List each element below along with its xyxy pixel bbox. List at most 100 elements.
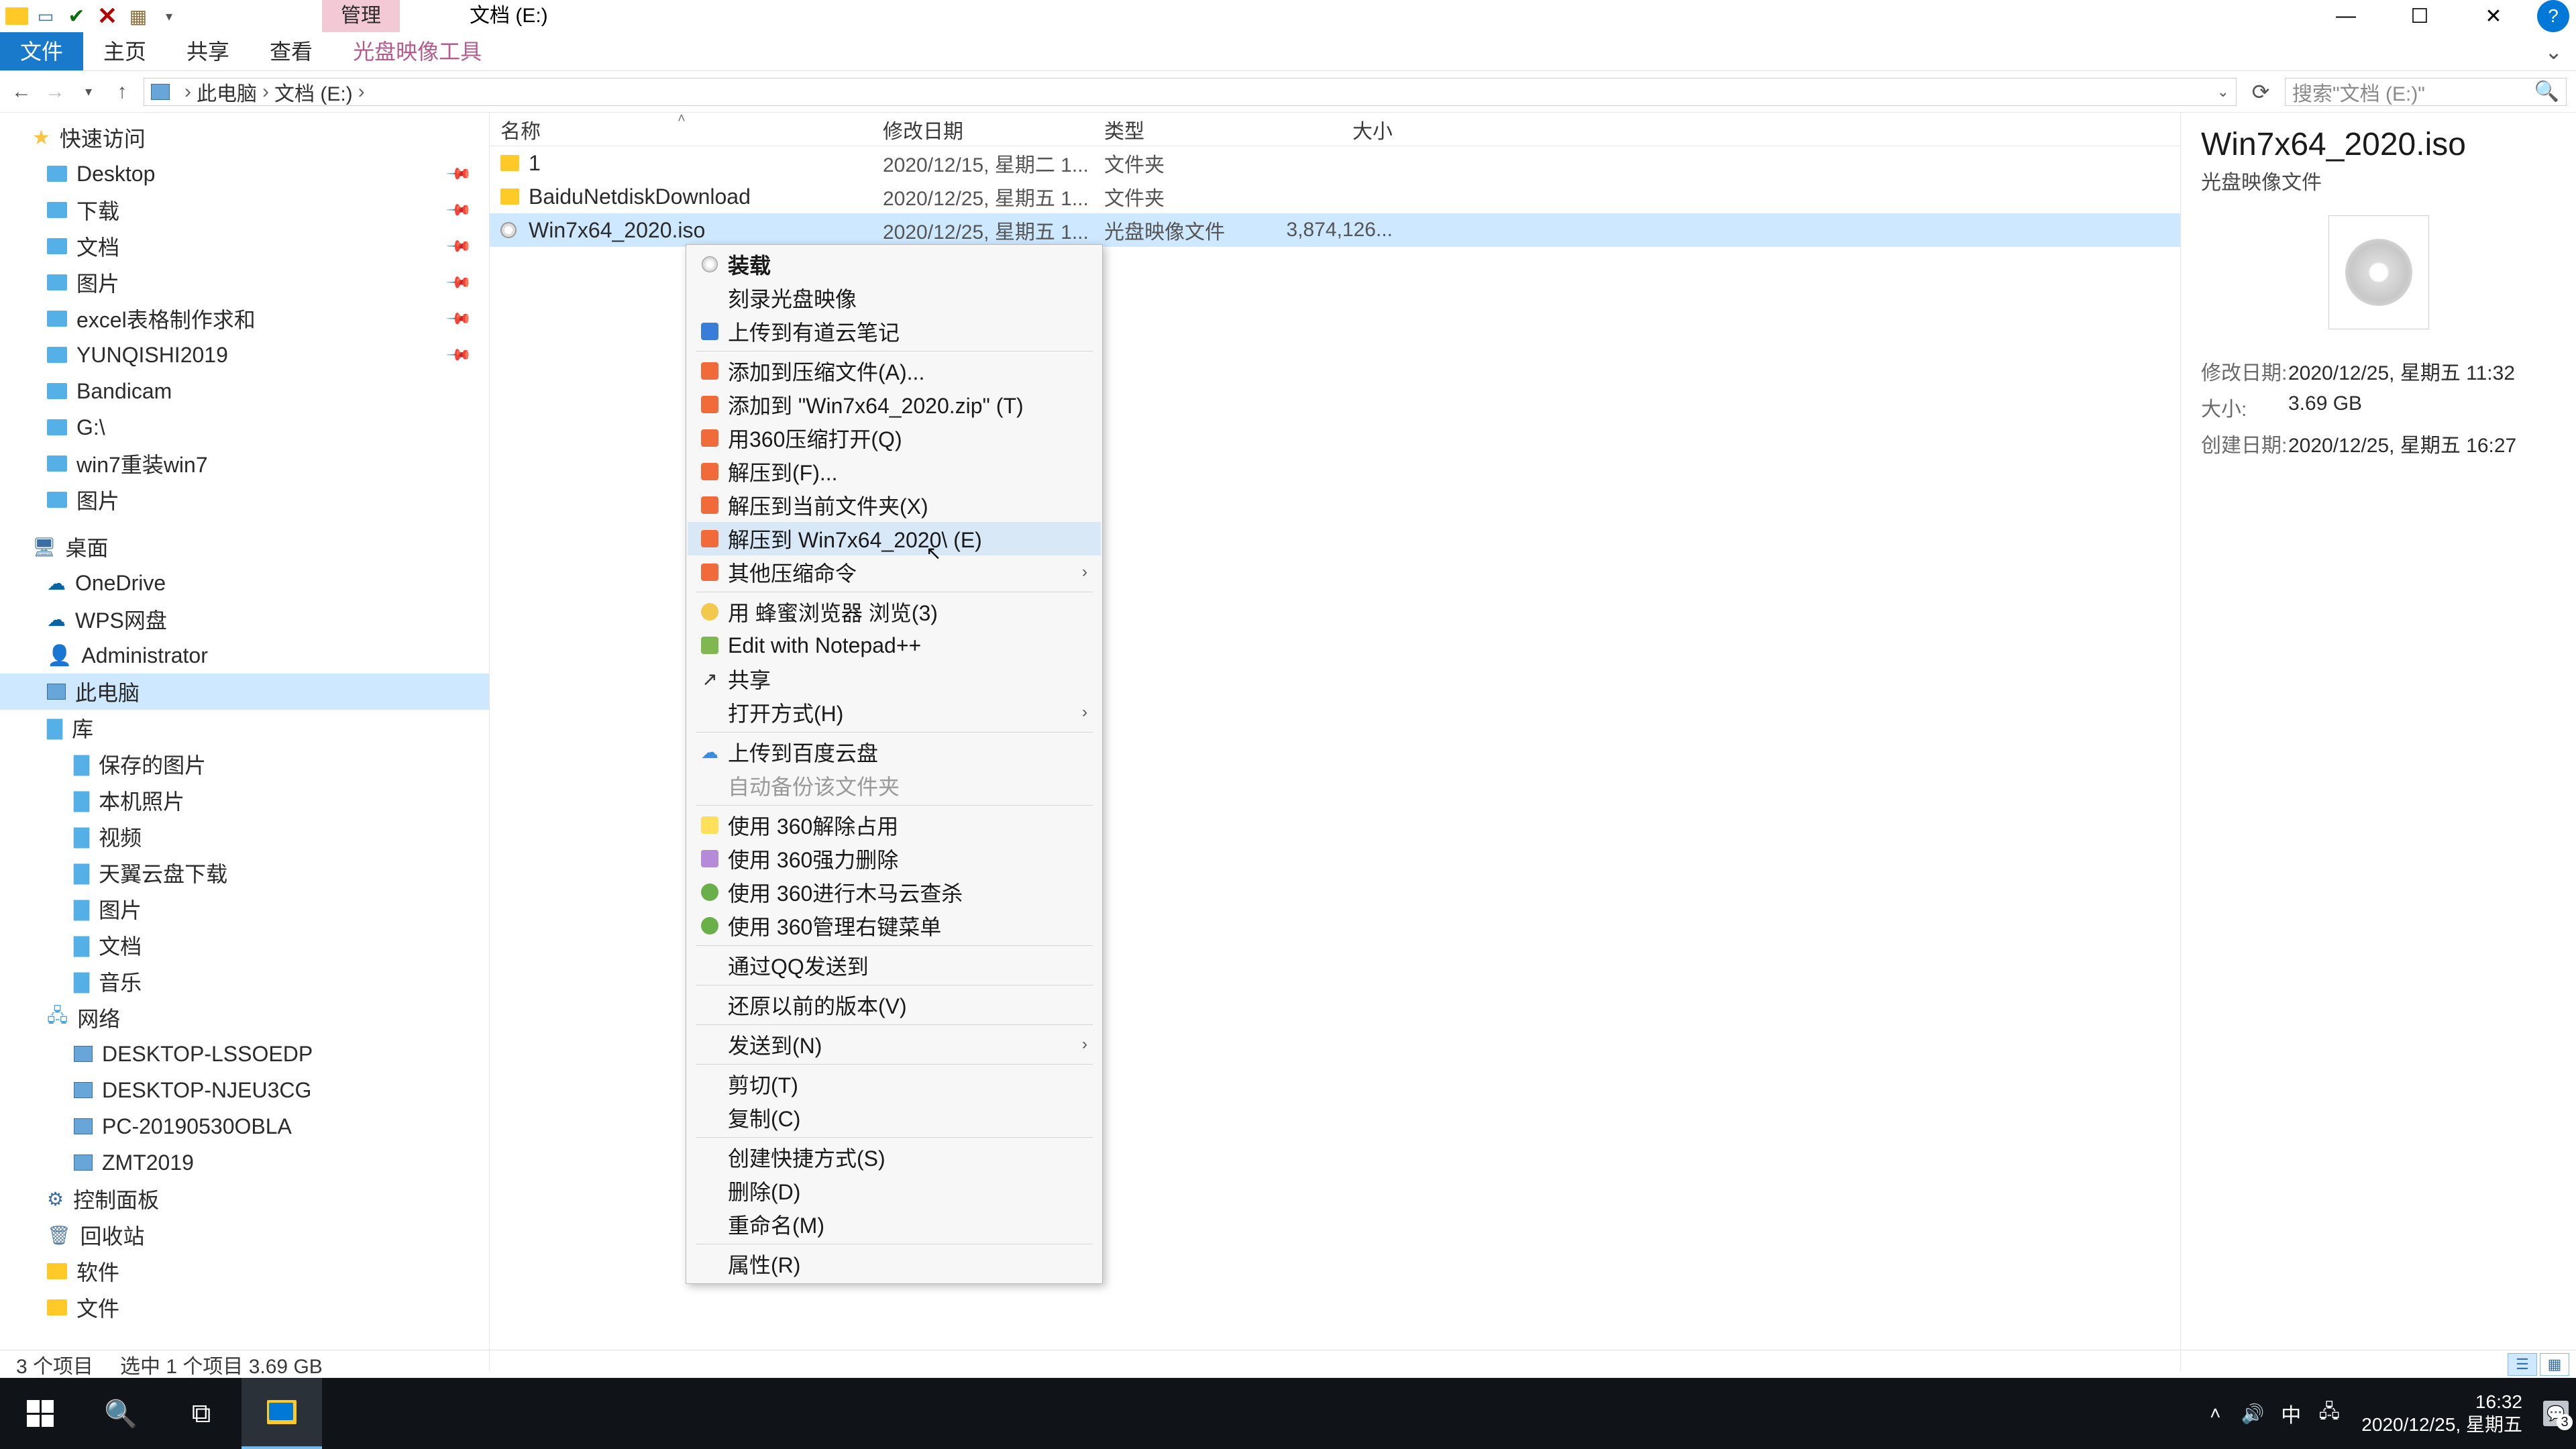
context-menu-item[interactable]: ↗共享 [688,662,1101,696]
context-menu-item[interactable]: 解压到当前文件夹(X) [688,488,1101,522]
start-button[interactable] [0,1378,80,1449]
ribbon-tab-file[interactable]: 文件 [0,32,83,70]
context-menu-item[interactable]: 其他压缩命令› [688,555,1101,589]
ime-indicator[interactable]: 中 [2271,1399,2310,1428]
tree-item[interactable]: ▇天翼云盘下载 [0,855,489,891]
tree-item[interactable]: PC-20190530OBLA [0,1108,489,1144]
context-menu-item[interactable]: 解压到 Win7x64_2020\ (E) [688,522,1101,555]
taskbar-explorer-button[interactable] [241,1378,322,1449]
contextual-tab-label[interactable]: 管理 [322,0,400,32]
ribbon-tab-view[interactable]: 查看 [250,32,333,70]
col-name[interactable]: 名称 [500,115,883,144]
tree-item[interactable]: ▇音乐 [0,963,489,1000]
tree-item[interactable]: Bandicam [0,373,489,409]
context-menu-item[interactable]: 使用 360强力删除 [688,842,1101,875]
tree-onedrive[interactable]: ☁ OneDrive [0,565,489,601]
nav-recent-dropdown[interactable]: ▾ [76,83,101,100]
qat-dropdown-icon[interactable]: ▾ [156,3,182,30]
context-menu-item[interactable]: 创建快捷方式(S) [688,1140,1101,1174]
tree-recycle-bin[interactable]: 🗑 回收站 [0,1217,489,1253]
tree-this-pc[interactable]: 此电脑 [0,674,489,710]
context-menu-item[interactable]: 属性(R) [688,1247,1101,1281]
file-row[interactable]: 12020/12/15, 星期二 1...文件夹 [490,146,2180,180]
context-menu[interactable]: 装载刻录光盘映像上传到有道云笔记添加到压缩文件(A)...添加到 "Win7x6… [686,244,1103,1284]
tree-libraries[interactable]: ▇ 库 [0,710,489,746]
context-menu-item[interactable]: 剪切(T) [688,1067,1101,1101]
context-menu-item[interactable]: 使用 360进行木马云查杀 [688,875,1101,909]
help-icon[interactable]: ? [2537,0,2569,32]
context-menu-item[interactable]: 装载 [688,248,1101,281]
address-dropdown-icon[interactable]: ⌄ [2217,83,2229,101]
nav-up-button[interactable]: ↑ [110,80,134,103]
ribbon-tab-disc-tools[interactable]: 光盘映像工具 [333,32,502,70]
tree-software[interactable]: 软件 [0,1253,489,1289]
context-menu-item[interactable]: 上传到有道云笔记 [688,315,1101,348]
tree-network[interactable]: 🖧 网络 [0,1000,489,1036]
ribbon-tab-home[interactable]: 主页 [83,32,166,70]
col-modified[interactable]: 修改日期 [883,115,1104,144]
tree-item[interactable]: 图片📌 [0,264,489,301]
desktop-root[interactable]: 🖥 桌面 [0,529,489,565]
tree-item[interactable]: 下载📌 [0,192,489,228]
tree-item[interactable]: DESKTOP-LSSOEDP [0,1036,489,1072]
navigation-tree[interactable]: ★ 快速访问 Desktop📌下载📌文档📌图片📌excel表格制作求和📌YUNQ… [0,113,490,1371]
tray-overflow-icon[interactable]: ˄ [2196,1403,2234,1424]
tree-item[interactable]: Desktop📌 [0,156,489,192]
tree-item[interactable]: ▇本机照片 [0,782,489,818]
tree-item[interactable]: G:\ [0,409,489,445]
view-icons-button[interactable]: ▦ [2540,1353,2569,1376]
context-menu-item[interactable]: 还原以前的版本(V) [688,988,1101,1022]
view-details-button[interactable]: ☰ [2508,1353,2537,1376]
context-menu-item[interactable]: 打开方式(H)› [688,696,1101,729]
context-menu-item[interactable]: 添加到 "Win7x64_2020.zip" (T) [688,388,1101,421]
ribbon-tab-share[interactable]: 共享 [166,32,250,70]
context-menu-item[interactable]: 用360压缩打开(Q) [688,421,1101,455]
context-menu-item[interactable]: 添加到压缩文件(A)... [688,354,1101,388]
file-row[interactable]: BaiduNetdiskDownload2020/12/25, 星期五 1...… [490,180,2180,213]
context-menu-item[interactable]: 发送到(N)› [688,1028,1101,1061]
column-headers[interactable]: ˄ 名称 修改日期 类型 大小 [490,113,2180,146]
taskbar-clock[interactable]: 16:32 2020/12/25, 星期五 [2348,1391,2536,1436]
context-menu-item[interactable]: 通过QQ发送到 [688,949,1101,982]
minimize-button[interactable]: — [2309,0,2383,32]
file-row[interactable]: Win7x64_2020.iso2020/12/25, 星期五 1...光盘映像… [490,213,2180,247]
search-input[interactable]: 搜索"文档 (E:)" 🔍 [2285,78,2567,106]
tree-item[interactable]: win7重装win7 [0,445,489,482]
breadcrumb-segment[interactable]: 文档 (E:) [274,77,353,107]
tree-item[interactable]: ZMT2019 [0,1144,489,1181]
context-menu-item[interactable]: 删除(D) [688,1174,1101,1208]
ribbon-expand-icon[interactable]: ⌄ [2531,32,2576,70]
quick-access-root[interactable]: ★ 快速访问 [0,119,489,156]
nav-back-button[interactable]: ← [9,80,34,103]
qat-delete-icon[interactable]: ✕ [94,3,121,30]
context-menu-item[interactable]: Edit with Notepad++ [688,629,1101,662]
qat-newfolder-icon[interactable]: ▦ [125,3,152,30]
context-menu-item[interactable]: ☁上传到百度云盘 [688,735,1101,769]
tree-item[interactable]: ▇图片 [0,891,489,927]
tree-item[interactable]: ▇视频 [0,818,489,855]
address-breadcrumb[interactable]: › 此电脑 › 文档 (E:) › ⌄ [144,78,2237,106]
qat-properties-button[interactable]: ▭ [32,3,59,30]
context-menu-item[interactable]: 使用 360管理右键菜单 [688,909,1101,943]
network-icon[interactable]: 🖧 [2310,1397,2348,1430]
close-button[interactable]: ✕ [2457,0,2530,32]
context-menu-item[interactable]: 解压到(F)... [688,455,1101,488]
tree-item[interactable]: ▇文档 [0,927,489,963]
tree-item[interactable]: YUNQISHI2019📌 [0,337,489,373]
breadcrumb-segment[interactable]: 此电脑 [197,77,257,107]
col-size[interactable]: 大小 [1279,115,1413,144]
task-view-button[interactable]: ⧉ [161,1378,241,1449]
tree-control-panel[interactable]: ⚙ 控制面板 [0,1181,489,1217]
volume-icon[interactable]: 🔊 [2234,1403,2271,1425]
tree-administrator[interactable]: 👤 Administrator [0,637,489,674]
tree-item[interactable]: ▇保存的图片 [0,746,489,782]
taskbar-search-button[interactable]: 🔍 [80,1378,161,1449]
refresh-button[interactable]: ⟳ [2246,79,2275,105]
context-menu-item[interactable]: 用 蜂蜜浏览器 浏览(3) [688,595,1101,629]
action-center-button[interactable]: 💬 3 [2536,1397,2576,1430]
col-type[interactable]: 类型 [1104,115,1279,144]
qat-check-icon[interactable]: ✔ [63,3,90,30]
tree-item[interactable]: excel表格制作求和📌 [0,301,489,337]
tree-item[interactable]: 文档📌 [0,228,489,264]
context-menu-item[interactable]: 复制(C) [688,1101,1101,1134]
